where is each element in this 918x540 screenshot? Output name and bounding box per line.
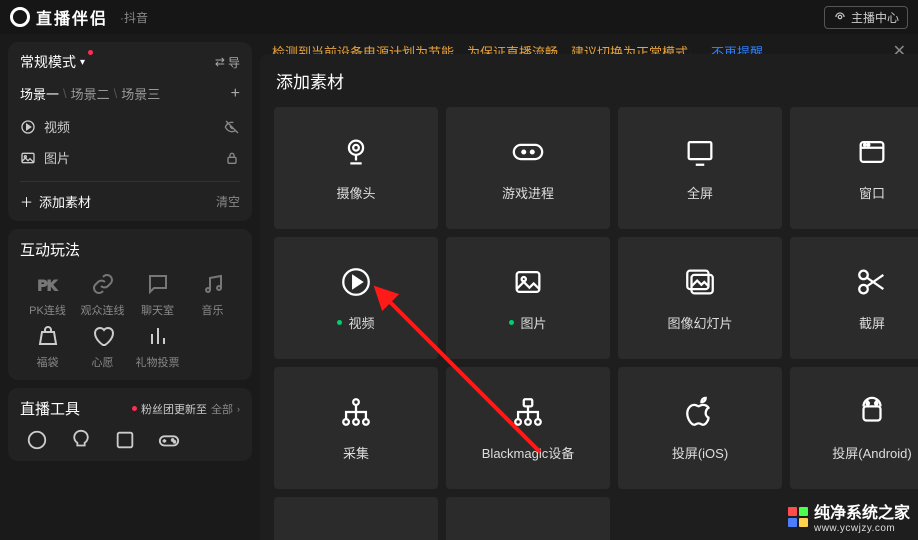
card-window[interactable]: 窗口 [790,107,918,229]
chevron-down-icon: ▾ [80,57,85,68]
scene-tabs: 场景一 \ 场景二 \ 场景三 + [20,84,240,103]
card-ios[interactable]: 投屏(iOS) [618,367,782,489]
slideshow-icon [683,265,717,299]
tool-icon-1[interactable] [26,429,48,451]
bag-icon [36,324,60,348]
source-video[interactable]: 视频 [20,117,240,136]
card-android[interactable]: 投屏(Android) [790,367,918,489]
logo-icon [10,7,30,27]
pk-icon: PK [36,272,60,296]
image-icon [511,265,545,299]
broadcast-icon [833,10,847,24]
card-fullscreen[interactable]: 全屏 [618,107,782,229]
scene-tab-3[interactable]: 场景三 [121,84,160,103]
tool-icon-3[interactable] [114,429,136,451]
card-slideshow[interactable]: 图像幻灯片 [618,237,782,359]
card-blackmagic[interactable]: Blackmagic设备 [446,367,610,489]
interact-lucky[interactable]: 福袋 [20,324,75,370]
chat-icon [146,272,170,296]
tool-icon-2[interactable] [70,429,92,451]
svg-text:PK: PK [38,277,57,293]
lock-icon[interactable] [224,150,240,166]
clear-button[interactable]: 清空 [216,193,240,210]
watermark-logo-icon [788,507,808,527]
add-source-button[interactable]: ＋ 添加素材 [20,192,91,211]
scene-panel: 常规模式 ▾ ⇄ 导 场景一 \ 场景二 \ 场景三 + 视频 [8,42,252,221]
card-screenshot[interactable]: 截屏 [790,237,918,359]
monitor-icon [683,135,717,169]
apple-icon [683,395,717,429]
app-subtitle: ·抖音 [120,9,148,26]
link-icon [91,272,115,296]
chevron-right-icon: › [237,404,240,414]
top-bar: 直播伴侣 ·抖音 主播中心 [0,0,918,34]
interact-pk[interactable]: PKPK连线 [20,272,75,318]
image-icon [20,150,36,166]
music-icon [201,272,225,296]
interact-wish[interactable]: 心愿 [75,324,130,370]
sidebar: 常规模式 ▾ ⇄ 导 场景一 \ 场景二 \ 场景三 + 视频 [0,34,260,540]
import-button[interactable]: ⇄ 导 [215,54,240,71]
card-camera[interactable]: 摄像头 [274,107,438,229]
green-dot-icon [509,320,514,325]
card-more-1[interactable] [274,497,438,540]
interact-music[interactable]: 音乐 [185,272,240,318]
camera-icon [339,135,373,169]
interact-vote[interactable]: 礼物投票 [130,324,185,370]
modal-title: 添加素材 [274,68,918,93]
right-area: 检测到当前设备电源计划为节能，为保证直播流畅，建议切换为正常模式。 不再提醒 ✕… [260,34,918,540]
device-tree-icon [511,395,545,429]
gamepad-icon[interactable] [158,429,180,451]
app-name: 直播伴侣 [36,5,108,29]
watermark: 纯净系统之家 www.ycwjzy.com [788,499,910,534]
tools-panel: 直播工具 粉丝团更新至 全部 › [8,388,252,461]
card-video[interactable]: 视频 [274,237,438,359]
green-dot-icon [337,320,342,325]
mode-dropdown[interactable]: 常规模式 ▾ [20,52,85,72]
tools-title: 直播工具 [20,398,80,419]
plus-icon: ＋ [20,192,33,211]
card-capture[interactable]: 采集 [274,367,438,489]
card-more-2[interactable] [446,497,610,540]
scene-tab-2[interactable]: 场景二 [71,84,110,103]
red-dot-icon [132,406,137,411]
source-card-grid: 摄像头 游戏进程 全屏 窗口 视频 [274,107,918,540]
play-circle-icon [20,119,36,135]
window-icon [855,135,889,169]
gamepad-icon [511,135,545,169]
app-logo: 直播伴侣 ·抖音 [10,5,148,29]
interact-panel: 互动玩法 PKPK连线 观众连线 聊天室 音乐 福袋 心愿 礼物投票 [8,229,252,380]
eye-off-icon[interactable] [224,119,240,135]
android-icon [855,395,889,429]
scissors-icon [855,265,889,299]
fan-update-link[interactable]: 粉丝团更新至 全部 › [132,401,240,417]
add-source-modal: 添加素材 摄像头 游戏进程 全屏 窗口 [260,54,918,540]
scene-tab-1[interactable]: 场景一 [20,84,59,103]
chart-icon [146,324,170,348]
card-game[interactable]: 游戏进程 [446,107,610,229]
interact-title: 互动玩法 [20,239,240,260]
interact-audience[interactable]: 观众连线 [75,272,130,318]
card-image[interactable]: 图片 [446,237,610,359]
source-image[interactable]: 图片 [20,148,240,167]
tree-icon [339,395,373,429]
anchor-center-button[interactable]: 主播中心 [824,6,908,29]
interact-chat[interactable]: 聊天室 [130,272,185,318]
play-circle-icon [339,265,373,299]
heart-icon [91,324,115,348]
add-scene-button[interactable]: + [231,85,240,103]
swap-icon: ⇄ [215,55,225,69]
